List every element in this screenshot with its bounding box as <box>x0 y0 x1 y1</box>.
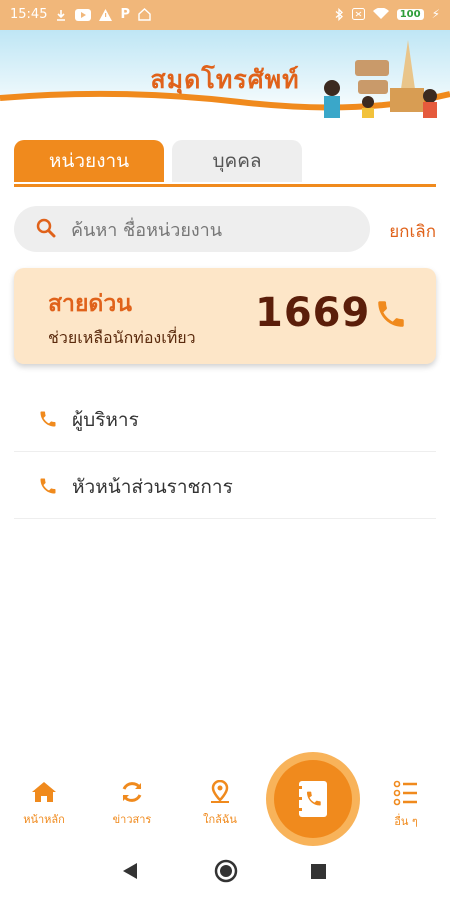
refresh-icon <box>122 782 142 802</box>
nav-news[interactable]: ข่าวสาร <box>92 780 172 828</box>
list-item-executives[interactable]: ผู้บริหาร <box>14 385 436 452</box>
phone-icon <box>378 301 404 327</box>
nav-more[interactable]: อื่น ๆ <box>366 780 446 830</box>
tourism-illustration <box>324 40 437 118</box>
tab-person[interactable]: บุคคล <box>172 140 302 182</box>
hotline-subtitle: ช่วยเหลือนักท่องเที่ยว <box>48 328 196 347</box>
app-header: สมุดโทรศัพท์ <box>0 30 450 118</box>
nav-news-label: ข่าวสาร <box>112 813 152 826</box>
nav-home[interactable]: หน้าหลัก <box>4 780 84 828</box>
cancel-button[interactable]: ยกเลิก <box>389 218 436 245</box>
home-outline-icon <box>138 8 151 21</box>
bottom-nav: หน้าหลัก ข่าวสาร ใกล้ฉัน อื่น ๆ <box>0 760 450 840</box>
phone-icon <box>40 411 56 427</box>
list-item-department-heads[interactable]: หัวหน้าส่วนราชการ <box>14 452 436 519</box>
directory-list: ผู้บริหาร หัวหน้าส่วนราชการ <box>14 385 436 519</box>
recents-icon <box>311 864 326 879</box>
hotline-title: สายด่วน <box>48 291 133 317</box>
phonebook-icon <box>298 781 327 817</box>
search-input[interactable] <box>69 214 363 246</box>
parking-icon: P <box>120 7 130 22</box>
status-time: 15:45 <box>10 7 48 22</box>
wifi-icon <box>372 8 389 19</box>
system-nav-bar <box>0 848 450 900</box>
sim-icon <box>351 8 365 20</box>
search-row: ยกเลิก <box>14 206 436 252</box>
home-circle-icon <box>214 859 238 883</box>
phonebook-button[interactable] <box>266 752 360 846</box>
home-icon <box>32 782 56 802</box>
list-item-label: ผู้บริหาร <box>72 409 139 431</box>
hotline-card[interactable]: สายด่วน ช่วยเหลือนักท่องเที่ยว 1669 <box>14 268 436 364</box>
nav-nearby-label: ใกล้ฉัน <box>203 813 237 826</box>
search-box <box>14 206 370 252</box>
nav-home-label: หน้าหลัก <box>23 813 65 826</box>
list-icon <box>393 780 417 806</box>
youtube-icon <box>75 8 92 21</box>
back-icon <box>123 863 137 879</box>
location-pin-icon <box>211 779 229 803</box>
warning-icon <box>99 8 113 21</box>
download-icon <box>57 9 66 21</box>
battery-indicator: 100 <box>396 8 424 20</box>
phone-icon <box>40 478 56 494</box>
phonebook-button-inner <box>274 760 352 838</box>
search-icon <box>36 218 56 238</box>
recents-button[interactable] <box>311 864 326 883</box>
nav-more-label: อื่น ๆ <box>394 815 418 828</box>
charging-icon: ⚡ <box>431 7 440 21</box>
tab-bar: หน่วยงาน บุคคล <box>14 140 436 187</box>
bluetooth-icon <box>335 7 343 21</box>
status-bar: 15:45 P 100 ⚡ <box>0 0 450 30</box>
home-button[interactable] <box>214 859 238 887</box>
back-button[interactable] <box>122 862 138 884</box>
hotline-number: 1669 <box>255 290 371 336</box>
list-item-label: หัวหน้าส่วนราชการ <box>72 476 233 498</box>
nav-nearby[interactable]: ใกล้ฉัน <box>180 779 260 828</box>
tab-agency[interactable]: หน่วยงาน <box>14 140 164 182</box>
